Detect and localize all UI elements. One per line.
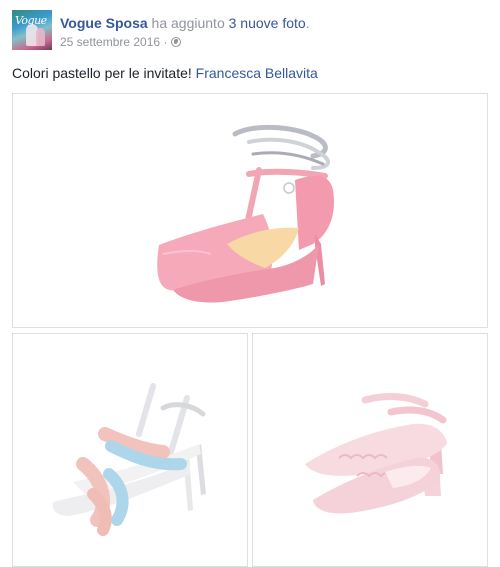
- action-text: ha aggiunto: [147, 15, 229, 31]
- post-title-line: Vogue Sposa ha aggiunto 3 nuove foto.: [60, 14, 310, 32]
- shoe-illustration-mary-jane: [305, 393, 447, 514]
- page-avatar[interactable]: Vogue: [12, 10, 52, 50]
- avatar-figure-2: [36, 28, 45, 46]
- new-photos-link[interactable]: 3 nuove foto: [229, 15, 306, 31]
- photo-2[interactable]: [12, 333, 248, 567]
- action-end: .: [305, 15, 310, 31]
- photo-3[interactable]: [252, 333, 488, 567]
- page-name-link[interactable]: Vogue Sposa: [60, 15, 148, 31]
- facebook-post: Vogue Vogue Sposa ha aggiunto 3 nuove fo…: [0, 0, 500, 567]
- post-caption: Colori pastello per le invitate! Frances…: [12, 64, 318, 82]
- mention-link[interactable]: Francesca Bellavita: [196, 65, 318, 81]
- caption-text: Colori pastello per le invitate!: [12, 65, 196, 81]
- post-meta: 25 settembre 2016 ·: [60, 34, 181, 50]
- shoe-illustration-padded-sandal: [52, 383, 206, 536]
- post-date-link[interactable]: 25 settembre 2016: [60, 35, 160, 49]
- shoe-illustration-pink-pump: [157, 125, 335, 303]
- photo-1[interactable]: [12, 93, 488, 328]
- post-header: Vogue Vogue Sposa ha aggiunto 3 nuove fo…: [12, 10, 488, 52]
- meta-separator: ·: [160, 35, 171, 49]
- globe-icon[interactable]: [170, 37, 181, 47]
